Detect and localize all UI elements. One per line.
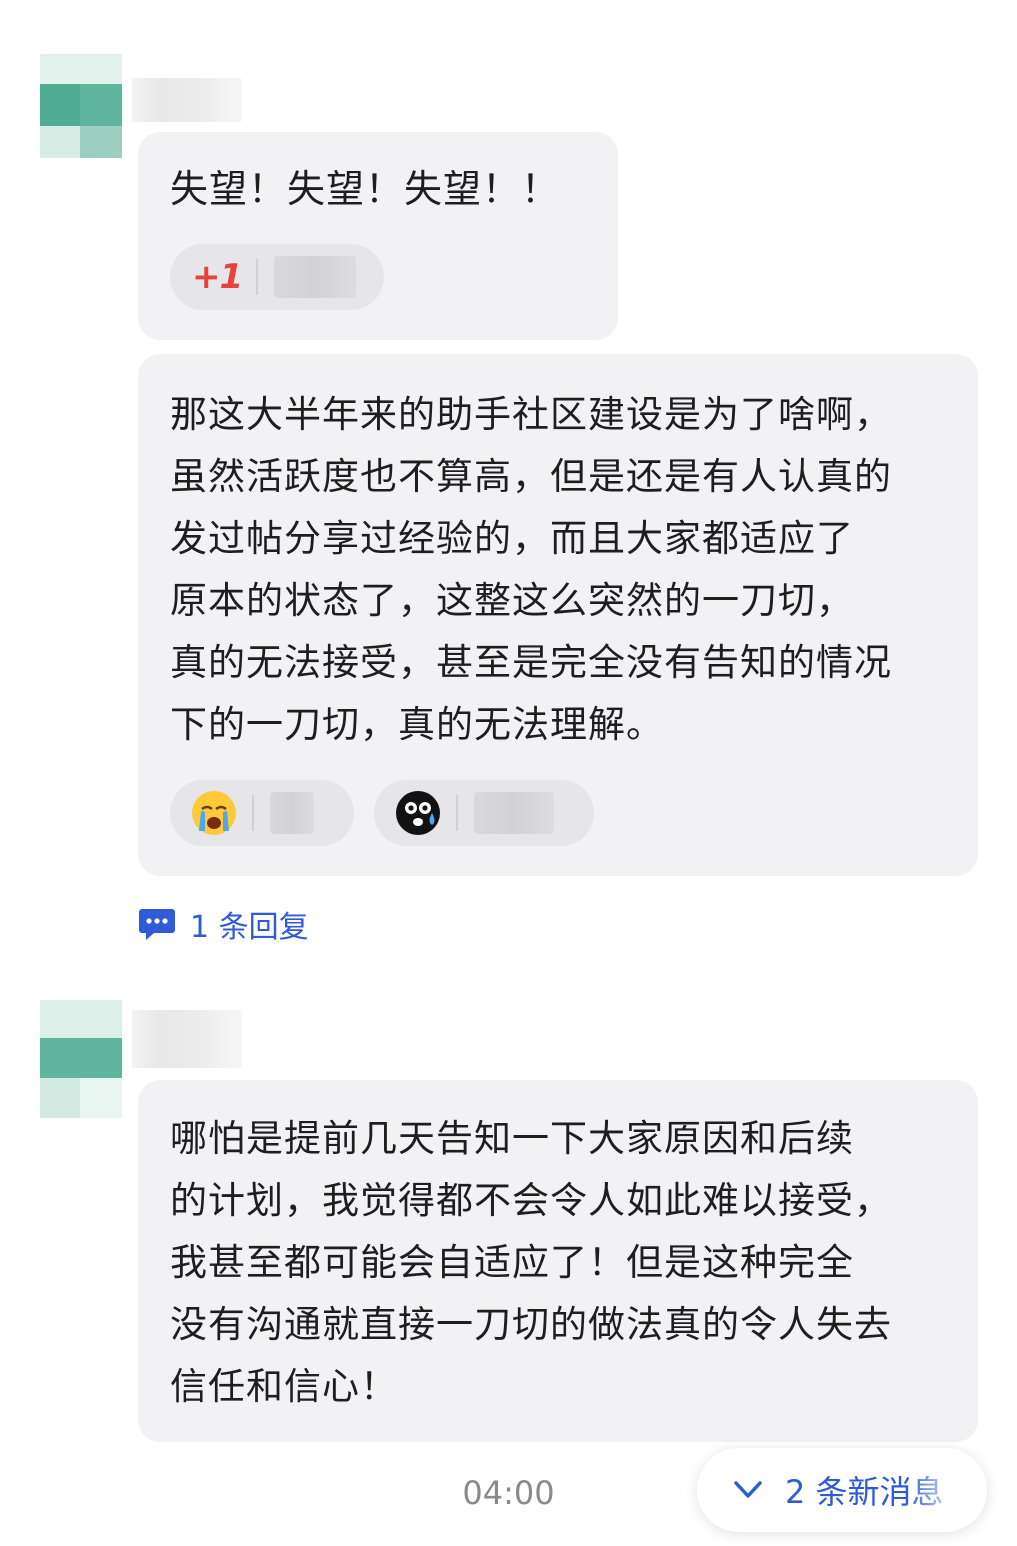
plus-one-icon: +1 <box>192 257 243 297</box>
avatar[interactable] <box>40 54 122 158</box>
reaction-crying[interactable] <box>170 780 354 846</box>
chevron-down-icon <box>734 1481 762 1498</box>
reply-count-label: 1 条回复 <box>190 910 309 945</box>
reaction-users-blurred <box>270 792 314 834</box>
reaction-users-blurred <box>274 256 357 298</box>
sweat-face-icon <box>396 791 440 835</box>
reaction-sweat[interactable] <box>374 780 594 846</box>
reaction-divider <box>256 259 259 295</box>
reaction-divider <box>456 795 458 831</box>
avatar[interactable] <box>40 1000 122 1118</box>
reaction-users-blurred <box>474 792 554 834</box>
comment-icon <box>139 909 175 940</box>
message-bubble[interactable]: 失望！失望！失望！！ +1 <box>138 132 618 340</box>
message-text: 哪怕是提前几天告知一下大家原因和后续 的计划，我觉得都不会令人如此难以接受， 我… <box>170 1117 892 1408</box>
reply-link[interactable]: 1 条回复 <box>138 902 309 946</box>
crying-face-icon <box>192 791 236 835</box>
reaction-divider <box>252 795 254 831</box>
message-text: 那这大半年来的助手社区建设是为了啥啊， 虽然活跃度也不算高，但是还是有人认真的 … <box>170 393 892 746</box>
reaction-plus-one[interactable]: +1 <box>170 244 384 310</box>
message-bubble[interactable]: 哪怕是提前几天告知一下大家原因和后续 的计划，我觉得都不会令人如此难以接受， 我… <box>138 1080 978 1442</box>
new-messages-button[interactable]: 2 条新消息 <box>697 1448 987 1532</box>
username-blurred <box>132 1010 242 1068</box>
username-blurred <box>132 78 242 122</box>
message-text: 失望！失望！失望！！ <box>170 167 561 211</box>
message-bubble[interactable]: 那这大半年来的助手社区建设是为了啥啊， 虽然活跃度也不算高，但是还是有人认真的 … <box>138 354 978 876</box>
